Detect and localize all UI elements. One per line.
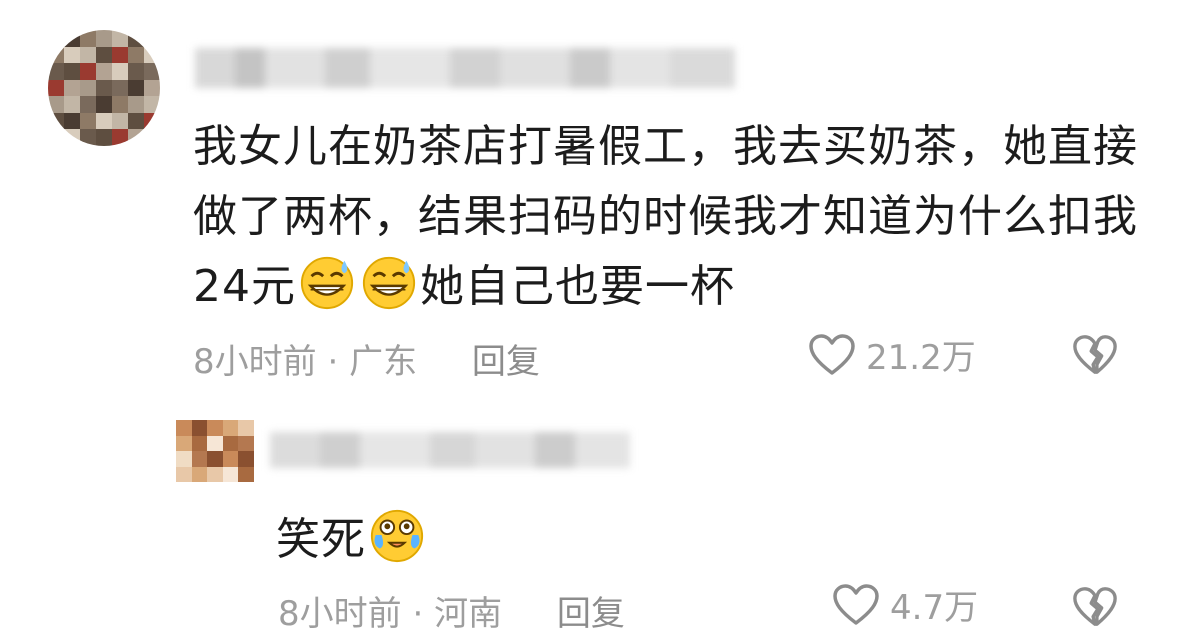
avatar-pixel — [96, 96, 112, 113]
avatar-pixel — [176, 435, 192, 451]
avatar-pixel — [176, 466, 192, 482]
avatar-pixel — [112, 96, 128, 113]
avatar-pixel — [144, 96, 160, 113]
reply-text-content: 笑死 — [276, 514, 366, 565]
comment-location: 广东 — [349, 342, 418, 382]
avatar-pixel — [96, 112, 112, 130]
avatar-pixel — [112, 46, 128, 64]
avatar-pixel — [80, 112, 96, 130]
avatar-pixel — [128, 129, 144, 146]
avatar-pixel — [80, 129, 96, 146]
comment-time: 8小时前 — [193, 342, 317, 382]
avatar-pixel — [238, 451, 254, 467]
avatar-pixel — [128, 46, 144, 64]
avatar-pixel — [238, 466, 254, 482]
avatar-pixel — [207, 435, 223, 451]
username-blurred[interactable] — [270, 432, 630, 468]
avatar-pixel — [128, 63, 144, 80]
like-count: 4.7万 — [890, 588, 979, 628]
like-button[interactable]: 4.7万 — [832, 580, 978, 629]
avatar-pixel — [80, 30, 96, 47]
avatar-pixel — [207, 466, 223, 482]
avatar-pixel — [207, 420, 223, 436]
like-count: 21.2万 — [866, 338, 976, 378]
reply-meta: 8小时前 · 河南 回复 — [278, 586, 625, 635]
avatar-pixel — [80, 46, 96, 64]
broken-heart-icon[interactable] — [1072, 585, 1118, 629]
avatar-pixel — [176, 451, 192, 467]
comment-text: 我女儿在奶茶店打暑假工，我去买奶茶，她直接做了两杯，结果扫码的时候我才知道为什么… — [193, 112, 1153, 322]
avatar-pixel — [222, 451, 239, 467]
grinning-sweat-emoji — [362, 256, 416, 310]
meta-separator: · — [412, 594, 424, 634]
grinning-sweat-emoji — [300, 256, 354, 310]
avatar-pixel — [191, 420, 208, 436]
avatar-pixel — [64, 30, 80, 47]
avatar-pixel — [144, 129, 160, 146]
avatar[interactable] — [48, 30, 160, 146]
username-blurred[interactable] — [195, 48, 735, 88]
avatar-pixel — [222, 420, 239, 436]
avatar-pixel — [222, 435, 239, 451]
reply-button[interactable]: 回复 — [557, 594, 625, 634]
avatar-pixel — [96, 46, 112, 64]
avatar-pixel — [48, 96, 64, 113]
avatar-pixel — [128, 96, 144, 113]
avatar-pixel — [238, 435, 254, 451]
avatar-pixel — [64, 96, 80, 113]
avatar-pixel — [64, 129, 80, 146]
reply-location: 河南 — [434, 594, 503, 634]
avatar-pixel — [238, 420, 254, 436]
avatar-pixel — [64, 79, 80, 97]
avatar[interactable] — [176, 420, 254, 482]
avatar-pixel — [112, 129, 128, 146]
avatar-pixel — [80, 63, 96, 80]
avatar-pixel — [96, 30, 112, 47]
avatar-pixel — [207, 451, 223, 467]
reply-time: 8小时前 — [278, 594, 402, 634]
avatar-pixel — [176, 420, 192, 436]
avatar-pixel — [48, 30, 64, 47]
avatar-pixel — [144, 46, 160, 64]
avatar-pixel — [144, 112, 160, 130]
avatar-pixel — [48, 46, 64, 64]
comment-text-part2: 她自己也要一杯 — [420, 261, 735, 312]
avatar-pixel — [112, 63, 128, 80]
heart-icon — [833, 583, 879, 625]
broken-heart-icon[interactable] — [1072, 333, 1118, 377]
avatar-pixel — [96, 63, 112, 80]
avatar-pixel — [191, 466, 208, 482]
heart-icon — [809, 333, 855, 375]
avatar-pixel — [191, 435, 208, 451]
meta-separator: · — [327, 342, 339, 382]
avatar-pixel — [144, 79, 160, 97]
avatar-pixel — [64, 112, 80, 130]
avatar-pixel — [64, 63, 80, 80]
avatar-pixel — [112, 79, 128, 97]
avatar-pixel — [96, 129, 112, 146]
avatar-pixel — [96, 79, 112, 97]
avatar-pixel — [64, 46, 80, 64]
avatar-pixel — [48, 129, 64, 146]
avatar-pixel — [191, 451, 208, 467]
avatar-pixel — [112, 30, 128, 47]
avatar-pixel — [48, 79, 64, 97]
avatar-pixel — [144, 63, 160, 80]
comment-meta: 8小时前 · 广东 回复 — [193, 334, 540, 383]
avatar-pixel — [48, 112, 64, 130]
reply-button[interactable]: 回复 — [472, 342, 540, 382]
avatar-pixel — [128, 30, 144, 47]
avatar-pixel — [80, 79, 96, 97]
avatar-pixel — [144, 30, 160, 47]
avatar-pixel — [112, 112, 128, 130]
avatar-pixel — [80, 96, 96, 113]
avatar-pixel — [48, 63, 64, 80]
reply-text: 笑死 — [276, 505, 428, 575]
like-button[interactable]: 21.2万 — [808, 330, 976, 379]
avatar-pixel — [222, 466, 239, 482]
avatar-pixel — [128, 79, 144, 97]
crying-laughing-emoji — [370, 509, 424, 563]
avatar-pixel — [128, 112, 144, 130]
